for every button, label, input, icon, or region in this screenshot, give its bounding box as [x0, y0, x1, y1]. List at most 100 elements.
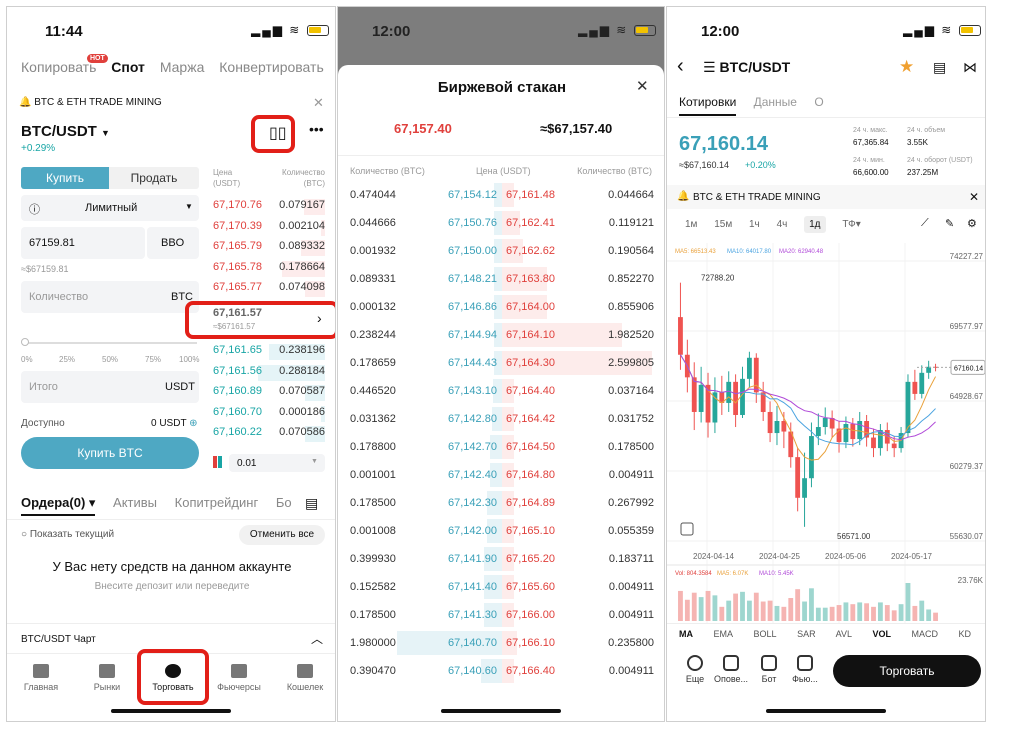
- futures-button[interactable]: Фью...: [787, 655, 823, 684]
- ind-kd[interactable]: KD: [959, 629, 972, 639]
- indicator-icon[interactable]: ⟋: [921, 217, 929, 230]
- orderbook-row[interactable]: 67,165.79 0.089332: [213, 240, 325, 258]
- ind-avl[interactable]: AVL: [836, 629, 852, 639]
- orderbook-row[interactable]: 0.446520 67,143.10 67,164.40 0.037164: [338, 377, 664, 405]
- quantity-input[interactable]: Количество BTC: [21, 281, 199, 313]
- orderbook-row[interactable]: 1.980000 67,140.70 67,166.10 0.235800: [338, 629, 664, 657]
- order-type-select[interactable]: ⓘ Лимитный ▼: [21, 195, 199, 221]
- orderbook-row[interactable]: 67,170.76 0.079167: [213, 199, 325, 217]
- pair-title[interactable]: ☰ BTC/USDT: [703, 59, 790, 76]
- settings-icon[interactable]: ⚙: [967, 217, 977, 230]
- tf-1h[interactable]: 1ч: [749, 219, 760, 230]
- tab-data[interactable]: Данные: [754, 95, 797, 109]
- ask-qty: 2.599805: [608, 357, 654, 369]
- ind-ema[interactable]: EMA: [714, 629, 734, 639]
- tab-home[interactable]: Главная: [13, 664, 69, 692]
- tab-about[interactable]: О: [814, 95, 823, 109]
- close-icon[interactable]: ✕: [969, 190, 979, 204]
- slider-handle[interactable]: [21, 338, 29, 346]
- orderbook-row[interactable]: 0.089331 67,148.21 67,163.80 0.852270: [338, 265, 664, 293]
- total-input[interactable]: Итого USDT: [21, 371, 199, 403]
- orderbook-row[interactable]: 0.152582 67,141.40 67,165.60 0.004911: [338, 573, 664, 601]
- show-current-toggle[interactable]: ○ Показать текущий: [21, 529, 114, 540]
- orderbook-row[interactable]: 0.001008 67,142.00 67,165.10 0.055359: [338, 517, 664, 545]
- orderbook-row[interactable]: 0.474044 67,154.12 67,161.48 0.044664: [338, 181, 664, 209]
- sell-tab[interactable]: Продать: [109, 167, 199, 189]
- tab-copy[interactable]: Копировать: [21, 59, 96, 75]
- orderbook-row[interactable]: 0.178659 67,144.43 67,164.30 2.599805: [338, 349, 664, 377]
- tf-15m[interactable]: 15м: [714, 219, 732, 230]
- tab-margin[interactable]: Маржа: [160, 59, 205, 75]
- more-button[interactable]: Еще: [677, 655, 713, 684]
- orderbook-row[interactable]: 0.001001 67,142.40 67,164.80 0.004911: [338, 461, 664, 489]
- candlestick-chart[interactable]: 74227.27 69577.97 64928.67 60279.37 55630.07…: [667, 243, 986, 623]
- orderbook-row[interactable]: 0.000132 67,146.86 67,164.00 0.855906: [338, 293, 664, 321]
- orderbook-row[interactable]: 0.178500 67,142.30 67,164.89 0.267992: [338, 489, 664, 517]
- orderbook-toggle-icon[interactable]: ▯▯: [269, 123, 287, 143]
- orderbook-row[interactable]: 67,160.22 0.070586: [213, 426, 325, 444]
- orderbook-row[interactable]: 0.031362 67,142.80 67,164.42 0.031752: [338, 405, 664, 433]
- depth-mode-icon[interactable]: [213, 456, 223, 468]
- ind-boll[interactable]: BOLL: [754, 629, 777, 639]
- buy-tab[interactable]: Купить: [21, 167, 109, 189]
- orderbook-row[interactable]: 67,161.65 0.238196: [213, 344, 325, 362]
- mining-banner[interactable]: 🔔 BTC & ETH TRADE MINING: [19, 97, 162, 108]
- tf-more[interactable]: ТФ▾: [842, 219, 860, 230]
- draw-icon[interactable]: ✎: [945, 217, 954, 230]
- orderbook-row[interactable]: 67,160.70 0.000186: [213, 405, 325, 424]
- orderbook-row[interactable]: 0.178500 67,141.30 67,166.00 0.004911: [338, 601, 664, 629]
- note-icon[interactable]: ▤: [933, 59, 946, 76]
- orderbook-row[interactable]: 0.399930 67,141.90 67,165.20 0.183711: [338, 545, 664, 573]
- tab-bots[interactable]: Бо: [276, 495, 292, 510]
- orderbook-row[interactable]: 67,165.77 0.074098: [213, 281, 325, 299]
- tab-spot[interactable]: Спот: [111, 59, 145, 75]
- orderbook-row[interactable]: 0.178800 67,142.70 67,164.50 0.178500: [338, 433, 664, 461]
- ind-ma[interactable]: MA: [679, 629, 693, 639]
- close-icon[interactable]: ✕: [313, 95, 324, 111]
- ind-vol[interactable]: VOL: [872, 629, 891, 639]
- star-icon[interactable]: ★: [899, 57, 914, 77]
- cancel-all-button[interactable]: Отменить все: [239, 525, 325, 545]
- tab-quotes[interactable]: Котировки: [679, 95, 737, 116]
- orderbook-row[interactable]: 0.044666 67,150.76 67,162.41 0.119121: [338, 209, 664, 237]
- ind-sar[interactable]: SAR: [797, 629, 816, 639]
- amount-slider[interactable]: [25, 342, 197, 344]
- tf-1m[interactable]: 1м: [685, 219, 697, 230]
- tab-futures[interactable]: Фьючерсы: [211, 664, 267, 692]
- price-input[interactable]: 67159.81: [21, 227, 145, 259]
- tab-orders[interactable]: Ордера(0) ▾: [21, 495, 96, 516]
- mining-banner[interactable]: 🔔 BTC & ETH TRADE MINING ✕: [667, 185, 985, 209]
- add-icon[interactable]: ⊕: [189, 418, 197, 429]
- alerts-button[interactable]: Опове...: [713, 655, 749, 684]
- tab-assets[interactable]: Активы: [113, 495, 157, 510]
- orderbook-row[interactable]: 67,161.56 0.288184: [213, 364, 325, 383]
- tab-markets[interactable]: Рынки: [79, 664, 135, 692]
- back-icon[interactable]: ‹: [677, 55, 684, 78]
- volume-bar: [678, 590, 683, 621]
- orderbook-row[interactable]: 0.001932 67,150.00 67,162.62 0.190564: [338, 237, 664, 265]
- bbo-button[interactable]: BBO: [147, 227, 199, 259]
- orderbook-row[interactable]: 67,160.89 0.070587: [213, 385, 325, 403]
- bot-button[interactable]: Бот: [751, 655, 787, 684]
- tab-convert[interactable]: Конвертировать: [219, 59, 324, 75]
- chevron-right-icon[interactable]: ›: [317, 310, 322, 326]
- tf-4h[interactable]: 4ч: [777, 219, 788, 230]
- tab-wallet[interactable]: Кошелек: [277, 664, 333, 692]
- stat-high: 67,365.84: [853, 138, 889, 147]
- orderbook-row[interactable]: 0.390470 67,140.60 67,166.40 0.004911: [338, 657, 664, 685]
- orderbook-row[interactable]: 0.238244 67,144.94 67,164.10 1.982520: [338, 321, 664, 349]
- ind-macd[interactable]: MACD: [912, 629, 939, 639]
- step-select[interactable]: 0.01 ▼: [229, 454, 325, 472]
- close-icon[interactable]: ✕: [636, 77, 649, 95]
- tf-1d[interactable]: 1д: [804, 216, 826, 233]
- slider-mark-75: 75%: [145, 355, 162, 364]
- more-icon[interactable]: •••: [309, 121, 324, 137]
- tab-copytrading[interactable]: Копитрейдинг: [175, 495, 259, 510]
- share-icon[interactable]: ⋈: [963, 59, 977, 76]
- orderbook-row[interactable]: 67,165.78 0.178664: [213, 260, 325, 279]
- document-icon[interactable]: ▤: [305, 495, 318, 512]
- pair-selector[interactable]: BTC/USDT ▼: [21, 123, 110, 140]
- buy-btc-button[interactable]: Купить BTC: [21, 437, 199, 469]
- orderbook-row[interactable]: 67,170.39 0.002104: [213, 219, 325, 238]
- trade-button[interactable]: Торговать: [833, 655, 981, 687]
